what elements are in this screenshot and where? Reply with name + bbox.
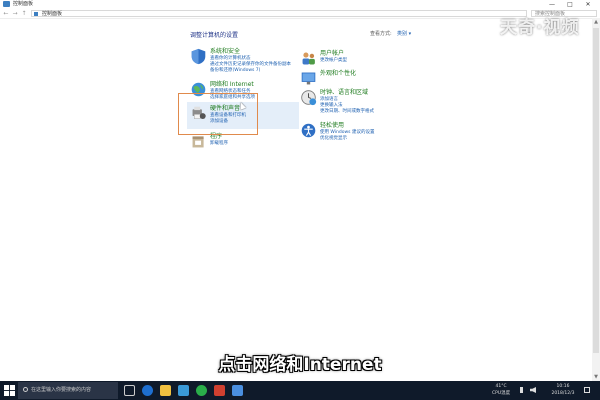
windows-start-icon[interactable]	[4, 385, 15, 396]
category-ease-of-access[interactable]: 轻松使用 使用 Windows 建议的设置 优化视觉显示	[300, 120, 415, 150]
category-link[interactable]: 优化视觉显示	[320, 135, 347, 141]
control-panel-window: 控制面板 — □ ✕ ← → ↑ 控制面板 搜索控制面板 调整计算机的设置 查看…	[0, 0, 600, 381]
video-subtitle: 点击网络和Internet	[218, 355, 382, 375]
category-title[interactable]: 用户帐户	[320, 48, 344, 57]
programs-box-icon	[192, 136, 204, 148]
title-bar: 控制面板 — □ ✕	[0, 0, 600, 9]
shield-icon	[191, 48, 206, 65]
scrollbar-thumb[interactable]	[593, 28, 599, 353]
monitor-personalize-icon	[301, 72, 316, 85]
edge-browser-icon[interactable]	[142, 385, 153, 396]
clock[interactable]: 10:16 2018/12/3	[548, 383, 578, 397]
category-clock-language-region[interactable]: 时钟、语言和区域 添加语言 更换输入法 更改日期、时间或数字格式	[300, 87, 415, 117]
search-icon	[23, 387, 28, 392]
control-panel-icon	[3, 1, 10, 7]
up-button[interactable]: ↑	[20, 9, 28, 18]
clock-date: 2018/12/3	[551, 391, 575, 396]
users-icon	[302, 52, 315, 65]
scroll-up-icon[interactable]: ▲	[592, 18, 600, 26]
category-title[interactable]: 网络和 Internet	[210, 79, 254, 88]
control-panel-icon	[34, 12, 38, 16]
weather-sub: CPU温度	[492, 391, 511, 396]
volume-icon[interactable]	[530, 387, 536, 393]
category-system-security[interactable]: 系统和安全 查看你的计算机状态 通过文件历史记录保存你的文件备份副本 备份和还原…	[190, 46, 305, 76]
category-programs[interactable]: 程序 卸载程序	[190, 131, 305, 161]
vertical-scrollbar[interactable]: ▲ ▼	[592, 18, 600, 381]
clock-time: 10:16	[556, 384, 570, 389]
task-view-icon[interactable]	[124, 385, 135, 396]
category-title[interactable]: 外观和个性化	[320, 68, 356, 77]
category-title[interactable]: 时钟、语言和区域	[320, 87, 368, 96]
weather-temp: 41°C	[495, 384, 507, 389]
clock-globe-icon	[301, 90, 317, 106]
network-icon[interactable]	[520, 387, 526, 393]
taskbar-search-text: 在这里输入你要搜索的内容	[31, 387, 92, 393]
back-button[interactable]: ←	[2, 9, 10, 18]
minimize-button[interactable]: —	[544, 0, 560, 9]
category-link[interactable]: 更改日期、时间或数字格式	[320, 108, 374, 114]
maximize-button[interactable]: □	[562, 0, 578, 9]
category-link[interactable]: 更改帐户类型	[320, 57, 347, 63]
page-title: 调整计算机的设置	[190, 32, 239, 39]
category-title[interactable]: 轻松使用	[320, 120, 344, 129]
weather-widget[interactable]: 41°C CPU温度	[492, 383, 510, 397]
taskbar: 在这里输入你要搜索的内容 41°C CPU温度 10:16 2018/12/3	[0, 381, 600, 400]
app-icon[interactable]	[214, 385, 225, 396]
address-path: 控制面板	[42, 11, 63, 17]
forward-button[interactable]: →	[11, 9, 19, 18]
address-bar[interactable]: 控制面板	[31, 10, 527, 17]
watermark-logo: 天奇·视频	[500, 18, 580, 38]
control-panel-taskbar-icon[interactable]	[232, 385, 243, 396]
accessibility-icon	[301, 123, 316, 138]
file-explorer-icon[interactable]	[160, 385, 171, 396]
wechat-icon[interactable]	[196, 385, 207, 396]
category-link[interactable]: 卸载程序	[210, 140, 228, 146]
category-link[interactable]: 备份和还原(Windows 7)	[210, 67, 260, 73]
close-button[interactable]: ✕	[580, 0, 596, 9]
taskbar-search[interactable]: 在这里输入你要搜索的内容	[18, 382, 118, 399]
view-by-dropdown[interactable]: 类别 ▾	[397, 30, 411, 37]
category-title[interactable]: 系统和安全	[210, 46, 240, 55]
annotation-highlight-box	[178, 93, 258, 135]
view-by-label: 查看方式:	[370, 31, 392, 37]
store-icon[interactable]	[178, 385, 189, 396]
notification-icon[interactable]	[584, 387, 590, 393]
window-title: 控制面板	[13, 1, 34, 7]
